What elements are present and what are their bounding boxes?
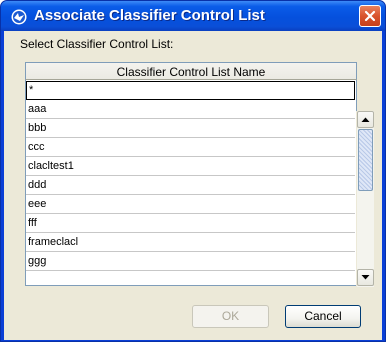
table-row[interactable]: eee bbox=[26, 195, 355, 214]
scroll-up-button[interactable] bbox=[357, 111, 374, 128]
table-row[interactable]: fff bbox=[26, 214, 355, 233]
table-row[interactable]: ddd bbox=[26, 176, 355, 195]
prompt-label: Select Classifier Control List: bbox=[20, 37, 174, 51]
table-row[interactable]: clacltest1 bbox=[26, 157, 355, 176]
vertical-scrollbar[interactable] bbox=[356, 111, 374, 287]
table-row[interactable]: ggg bbox=[26, 252, 355, 271]
title-bar[interactable]: Associate Classifier Control List bbox=[1, 1, 385, 31]
table-body: * aaa bbb ccc clacltest1 ddd eee fff fra… bbox=[26, 81, 355, 285]
column-header-classifier-name[interactable]: Classifier Control List Name bbox=[25, 62, 357, 80]
table-row[interactable]: ccc bbox=[26, 138, 355, 157]
table-row[interactable]: * bbox=[26, 81, 355, 100]
ok-button[interactable]: OK bbox=[192, 305, 269, 328]
column-header-label: Classifier Control List Name bbox=[116, 65, 266, 79]
close-button[interactable] bbox=[359, 5, 381, 27]
dialog-app-icon bbox=[11, 9, 27, 25]
cancel-button[interactable]: Cancel bbox=[285, 305, 361, 328]
scrollbar-thumb[interactable] bbox=[358, 129, 373, 191]
table-row[interactable]: bbb bbox=[26, 119, 355, 138]
table-row[interactable]: aaa bbox=[26, 100, 355, 119]
arrow-up-icon bbox=[361, 117, 370, 122]
window-title: Associate Classifier Control List bbox=[34, 7, 265, 24]
close-icon bbox=[364, 10, 376, 22]
scroll-down-button[interactable] bbox=[357, 269, 374, 286]
arrow-down-icon bbox=[361, 275, 370, 280]
table-row[interactable]: frameclacl bbox=[26, 233, 355, 252]
